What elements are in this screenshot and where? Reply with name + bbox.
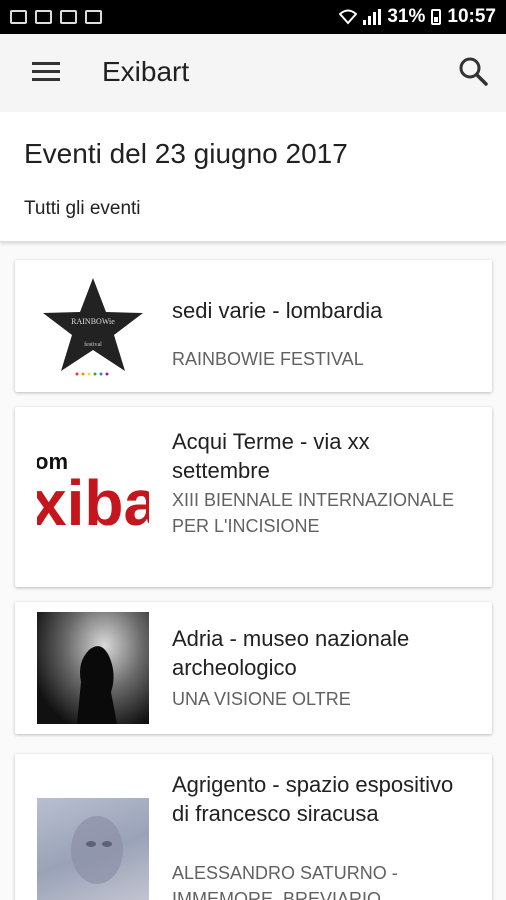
wifi-icon: [339, 9, 358, 25]
event-title: UNA VISIONE OLTRE: [172, 689, 351, 709]
photo-notification-icon: [10, 10, 27, 24]
event-card[interactable]: om xiba Acqui Terme - via xx settembre X…: [15, 407, 492, 587]
event-thumbnail: [37, 798, 149, 900]
app-title: Exibart: [102, 56, 190, 87]
event-location: Agrigento - spazio espositivo di frances…: [172, 772, 454, 826]
event-card[interactable]: RAINBOWie festival sedi varie - lombardi…: [15, 260, 492, 392]
event-location: sedi varie - lombardia: [172, 298, 383, 323]
thumb-logo-text: xiba: [37, 467, 149, 539]
event-location: Adria - museo nazionale archeologico: [172, 626, 410, 680]
mail-notification-icon: [35, 10, 52, 24]
page-title: Eventi del 23 giugno 2017: [24, 138, 348, 169]
events-filter[interactable]: Tutti gli eventi: [24, 198, 141, 220]
event-title: RAINBOWIE FESTIVAL: [172, 349, 364, 369]
event-title: ALESSANDRO SATURNO - IMMEMORE. BREVIARIO: [172, 863, 398, 900]
event-card[interactable]: Agrigento - spazio espositivo di frances…: [15, 754, 492, 900]
battery-percent: 31%: [387, 6, 426, 27]
notification-icons: [10, 10, 102, 24]
status-bar: 31% 10:57: [0, 0, 506, 34]
battery-icon: [431, 9, 442, 25]
clock: 10:57: [447, 6, 496, 27]
flipboard-notification-icon: [85, 10, 102, 24]
search-icon[interactable]: [458, 56, 488, 86]
app-bar: Exibart: [0, 34, 506, 112]
event-card[interactable]: Adria - museo nazionale archeologico UNA…: [15, 602, 492, 734]
menu-icon[interactable]: [32, 62, 60, 82]
event-location: Acqui Terme - via xx settembre: [172, 429, 370, 483]
event-thumbnail: [37, 612, 149, 724]
image-notification-icon: [60, 10, 77, 24]
thumb-logo-subtext: festival: [84, 341, 102, 348]
event-thumbnail: om xiba: [37, 441, 149, 553]
event-title: XIII BIENNALE INTERNAZIONALE PER L'INCIS…: [172, 490, 455, 536]
event-list[interactable]: RAINBOWie festival sedi varie - lombardi…: [0, 242, 506, 900]
thumb-logo-text: RAINBOWie: [71, 317, 115, 326]
event-thumbnail: RAINBOWie festival: [37, 270, 149, 382]
date-header: Eventi del 23 giugno 2017 Tutti gli even…: [0, 112, 506, 242]
signal-icon: [363, 9, 382, 25]
